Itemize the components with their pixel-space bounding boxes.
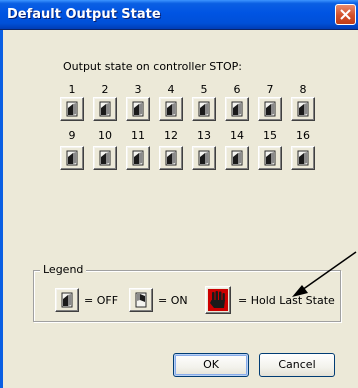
legend-off-label: = OFF [84, 294, 119, 307]
switch-off-icon [130, 101, 146, 117]
annotation-arrow-icon [292, 251, 357, 297]
output-9-switch[interactable] [60, 146, 84, 170]
output-number: 8 [299, 83, 307, 96]
cancel-button[interactable]: Cancel [259, 353, 335, 377]
output-3-switch[interactable] [126, 97, 150, 121]
output-4-switch[interactable] [159, 97, 183, 121]
output-number: 6 [233, 83, 241, 96]
switch-off-icon [64, 150, 80, 166]
legend-on-icon-box [129, 288, 153, 312]
output-14-switch[interactable] [225, 146, 249, 170]
legend-off-icon-box [55, 288, 79, 312]
output-number: 3 [134, 83, 142, 96]
switch-off-icon [295, 150, 311, 166]
title-bar[interactable]: Default Output State [0, 0, 358, 30]
output-number: 12 [164, 129, 178, 142]
output-10-switch[interactable] [93, 146, 117, 170]
close-icon [340, 9, 351, 20]
output-state-heading: Output state on controller STOP: [63, 60, 242, 73]
output-5-switch[interactable] [192, 97, 216, 121]
dialog-window: Default Output State Output state on con… [0, 0, 358, 388]
switch-off-icon [97, 101, 113, 117]
legend-on-label: = ON [158, 294, 188, 307]
output-7-switch[interactable] [258, 97, 282, 121]
output-number: 7 [266, 83, 274, 96]
switch-off-icon [97, 150, 113, 166]
output-1-switch[interactable] [60, 97, 84, 121]
switch-off-icon [229, 101, 245, 117]
output-15-switch[interactable] [258, 146, 282, 170]
output-8-switch[interactable] [291, 97, 315, 121]
output-number: 1 [68, 83, 76, 96]
output-6-switch[interactable] [225, 97, 249, 121]
legend-title: Legend [40, 263, 87, 276]
switch-off-icon [196, 101, 212, 117]
output-number: 16 [296, 129, 310, 142]
switch-on-icon [133, 292, 149, 308]
output-number: 13 [197, 129, 211, 142]
output-12-switch[interactable] [159, 146, 183, 170]
switch-off-icon [262, 101, 278, 117]
output-11-switch[interactable] [126, 146, 150, 170]
output-number: 11 [131, 129, 145, 142]
legend-hold-icon-box [205, 286, 231, 314]
output-number: 15 [263, 129, 277, 142]
output-number: 10 [98, 129, 112, 142]
switch-off-icon [196, 150, 212, 166]
red-hand-hold-icon [208, 289, 228, 311]
output-2-switch[interactable] [93, 97, 117, 121]
ok-button[interactable]: OK [173, 353, 249, 377]
output-number: 2 [101, 83, 109, 96]
switch-off-icon [262, 150, 278, 166]
close-button[interactable] [335, 4, 356, 25]
output-13-switch[interactable] [192, 146, 216, 170]
switch-off-icon [64, 101, 80, 117]
switch-off-icon [130, 150, 146, 166]
output-16-switch[interactable] [291, 146, 315, 170]
output-number: 4 [167, 83, 175, 96]
output-number: 14 [230, 129, 244, 142]
output-number: 9 [68, 129, 76, 142]
output-number: 5 [200, 83, 208, 96]
window-title: Default Output State [7, 7, 161, 22]
dialog-body: Output state on controller STOP: 1 2 3 4… [0, 30, 358, 388]
switch-off-icon [59, 292, 75, 308]
switch-off-icon [163, 101, 179, 117]
switch-off-icon [229, 150, 245, 166]
switch-off-icon [163, 150, 179, 166]
switch-off-icon [295, 101, 311, 117]
